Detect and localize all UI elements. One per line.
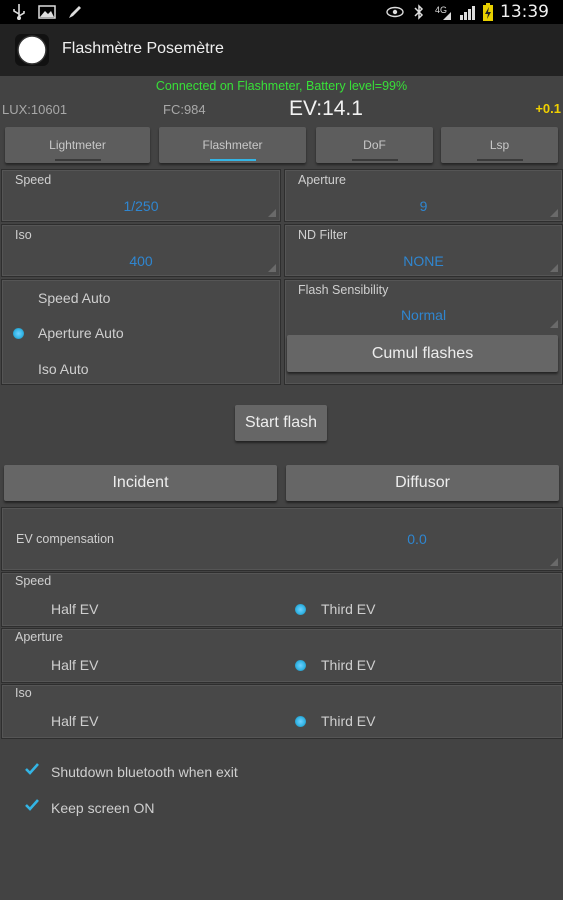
aperture-step-label: Aperture	[15, 630, 63, 644]
lux-readout: LUX:10601	[2, 102, 68, 117]
status-bar: 4G 13:39	[0, 0, 563, 24]
aperture-value: 9	[419, 198, 428, 214]
start-flash-button[interactable]: Start flash	[235, 405, 327, 441]
speed-label: Speed	[15, 173, 52, 187]
spinner-corner-icon	[268, 264, 276, 272]
aperture-half-ev-label[interactable]: Half EV	[51, 657, 98, 673]
aperture-label: Aperture	[298, 173, 346, 187]
speed-value: 1/250	[123, 198, 159, 214]
tab-lsp-label: Lsp	[489, 138, 510, 152]
tab-flashmeter[interactable]: Flashmeter	[159, 127, 306, 163]
iso-step-label: Iso	[15, 686, 32, 700]
speed-half-ev-radio[interactable]	[27, 604, 38, 615]
iso-value: 400	[129, 253, 153, 269]
pen-icon	[66, 4, 84, 20]
battery-charging-icon	[482, 3, 494, 21]
speed-auto-label[interactable]: Speed Auto	[38, 290, 110, 306]
status-left-icons	[10, 3, 84, 21]
spinner-corner-icon	[550, 209, 558, 217]
speed-third-ev-label[interactable]: Third EV	[321, 601, 375, 617]
incident-button[interactable]: Incident	[4, 465, 277, 501]
iso-third-ev-radio[interactable]	[295, 716, 306, 727]
spinner-corner-icon	[268, 209, 276, 217]
speed-step-group: Speed Half EV Third EV	[1, 572, 563, 627]
auto-mode-group: Speed Auto Aperture Auto Iso Auto	[1, 279, 281, 385]
clock: 13:39	[500, 2, 549, 22]
nd-filter-value: NONE	[403, 253, 444, 269]
speed-auto-radio[interactable]	[13, 293, 24, 304]
aperture-auto-radio[interactable]	[13, 328, 24, 339]
connection-status: Connected on Flashmeter, Battery level=9…	[155, 79, 408, 93]
ev-correction-readout: +0.1	[535, 101, 561, 116]
iso-auto-radio[interactable]	[13, 364, 24, 375]
tab-lsp[interactable]: Lsp	[441, 127, 558, 163]
flash-sensibility-value[interactable]: Normal	[285, 307, 562, 323]
usb-icon	[10, 4, 28, 20]
status-right-icons: 4G 13:39	[386, 2, 549, 22]
speed-third-ev-radio[interactable]	[295, 604, 306, 615]
tab-flashmeter-label: Flashmeter	[202, 138, 263, 152]
tab-lightmeter-label: Lightmeter	[49, 138, 106, 152]
shutdown-bluetooth-label[interactable]: Shutdown bluetooth when exit	[51, 764, 238, 780]
speed-half-ev-label[interactable]: Half EV	[51, 601, 98, 617]
aperture-spinner[interactable]: Aperture 9	[284, 169, 563, 222]
aperture-half-ev-radio[interactable]	[27, 660, 38, 671]
spinner-corner-icon	[550, 264, 558, 272]
checkmark-icon	[25, 799, 39, 811]
shutdown-bluetooth-checkbox[interactable]	[24, 761, 40, 777]
signal-4g-icon: 4G	[434, 4, 452, 20]
tab-dof[interactable]: DoF	[316, 127, 433, 163]
cumul-flashes-button[interactable]: Cumul flashes	[287, 335, 558, 372]
spinner-corner-icon	[550, 320, 558, 328]
iso-label: Iso	[15, 228, 32, 242]
bluetooth-icon	[410, 4, 428, 20]
nd-filter-spinner[interactable]: ND Filter NONE	[284, 224, 563, 277]
flash-sensibility-label: Flash Sensibility	[298, 283, 389, 297]
app-logo-icon[interactable]	[14, 32, 50, 68]
speed-spinner[interactable]: Speed 1/250	[1, 169, 281, 222]
spinner-corner-icon	[550, 558, 558, 566]
iso-spinner[interactable]: Iso 400	[1, 224, 281, 277]
ev-readout: EV:14.1	[289, 97, 363, 120]
iso-half-ev-radio[interactable]	[27, 716, 38, 727]
tab-dof-label: DoF	[363, 138, 386, 152]
nd-filter-label: ND Filter	[298, 228, 348, 242]
app-title: Flashmètre Posemètre	[62, 40, 224, 57]
tab-lightmeter[interactable]: Lightmeter	[5, 127, 150, 163]
iso-half-ev-label[interactable]: Half EV	[51, 713, 98, 729]
signal-4g-label: 4G	[435, 5, 447, 15]
ev-compensation-label: EV compensation	[16, 532, 114, 546]
speed-step-label: Speed	[15, 574, 52, 588]
aperture-third-ev-label[interactable]: Third EV	[321, 657, 375, 673]
fc-readout: FC:984	[163, 102, 206, 117]
action-bar: Flashmètre Posemètre	[0, 24, 563, 76]
iso-step-group: Iso Half EV Third EV	[1, 684, 563, 739]
iso-third-ev-label[interactable]: Third EV	[321, 713, 375, 729]
image-icon	[38, 4, 56, 20]
ev-compensation-value: 0.0	[407, 531, 427, 547]
aperture-step-group: Aperture Half EV Third EV	[1, 628, 563, 683]
ev-compensation-spinner[interactable]: EV compensation 0.0	[1, 507, 563, 571]
iso-auto-label[interactable]: Iso Auto	[38, 361, 89, 377]
signal-bars-icon	[458, 4, 476, 20]
flash-sensibility-panel: Flash Sensibility Normal Cumul flashes	[284, 279, 563, 385]
keep-screen-on-label[interactable]: Keep screen ON	[51, 800, 155, 816]
keep-screen-on-checkbox[interactable]	[24, 797, 40, 813]
diffusor-button[interactable]: Diffusor	[286, 465, 559, 501]
aperture-third-ev-radio[interactable]	[295, 660, 306, 671]
checkmark-icon	[25, 763, 39, 775]
eye-icon	[386, 4, 404, 20]
aperture-auto-label[interactable]: Aperture Auto	[38, 325, 124, 341]
